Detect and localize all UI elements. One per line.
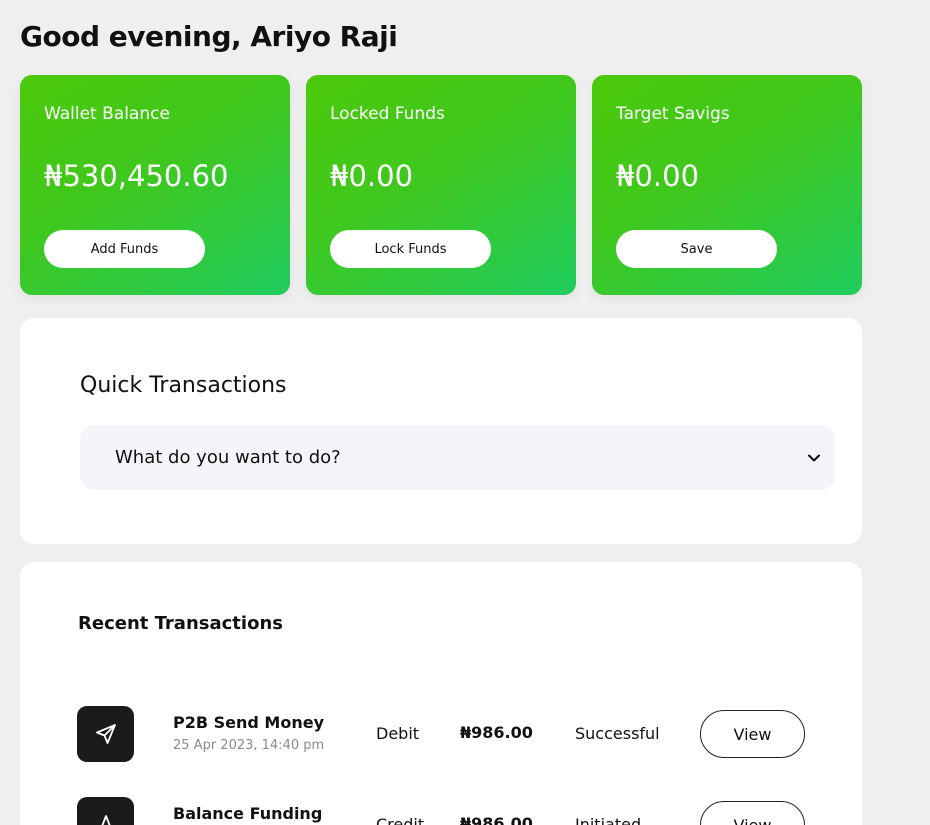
card-title: Target Savigs [616,104,730,124]
quick-transaction-select[interactable]: What do you want to do? [80,425,835,490]
quick-transactions-title: Quick Transactions [80,373,287,398]
select-value: What do you want to do? [115,447,341,468]
card-title: Locked Funds [330,104,445,124]
greeting-heading: Good evening, Ariyo Raji [20,20,398,53]
recent-transactions-title: Recent Transactions [78,613,283,634]
lock-funds-button[interactable]: Lock Funds [330,230,491,268]
transaction-row: P2B Send Money 25 Apr 2023, 14:40 pm Deb… [77,706,837,762]
dashboard-page: Good evening, Ariyo Raji Wallet Balance … [0,0,930,825]
transaction-amount: ₦986.00 [460,723,533,742]
recent-transactions-panel: Recent Transactions P2B Send Money 25 Ap… [20,562,862,825]
view-transaction-button[interactable]: View [700,801,805,825]
card-amount: ₦0.00 [616,159,700,193]
transaction-date: 25 Apr 2023, 14:40 pm [173,738,325,753]
wallet-balance-card: Wallet Balance ₦530,450.60 Add Funds [20,75,290,295]
view-transaction-button[interactable]: View [700,710,805,758]
transaction-row: Balance Funding Credit ₦986.00 Initiated… [77,797,837,825]
quick-transactions-panel: Quick Transactions What do you want to d… [20,318,862,544]
transaction-name: Balance Funding [173,804,323,823]
target-savings-card: Target Savigs ₦0.00 Save [592,75,862,295]
transaction-type: Credit [376,815,425,825]
transaction-type: Debit [376,724,420,743]
card-title: Wallet Balance [44,104,170,124]
send-icon [77,706,134,762]
transaction-status: Successful [575,724,660,743]
locked-funds-card: Locked Funds ₦0.00 Lock Funds [306,75,576,295]
transaction-status: Initiated [575,815,642,825]
save-button[interactable]: Save [616,230,777,268]
chevron-down-icon [807,451,821,465]
send-icon [77,797,134,825]
card-amount: ₦0.00 [330,159,414,193]
transaction-name: P2B Send Money [173,713,324,732]
add-funds-button[interactable]: Add Funds [44,230,205,268]
transaction-amount: ₦986.00 [460,814,533,825]
card-amount: ₦530,450.60 [44,159,229,193]
